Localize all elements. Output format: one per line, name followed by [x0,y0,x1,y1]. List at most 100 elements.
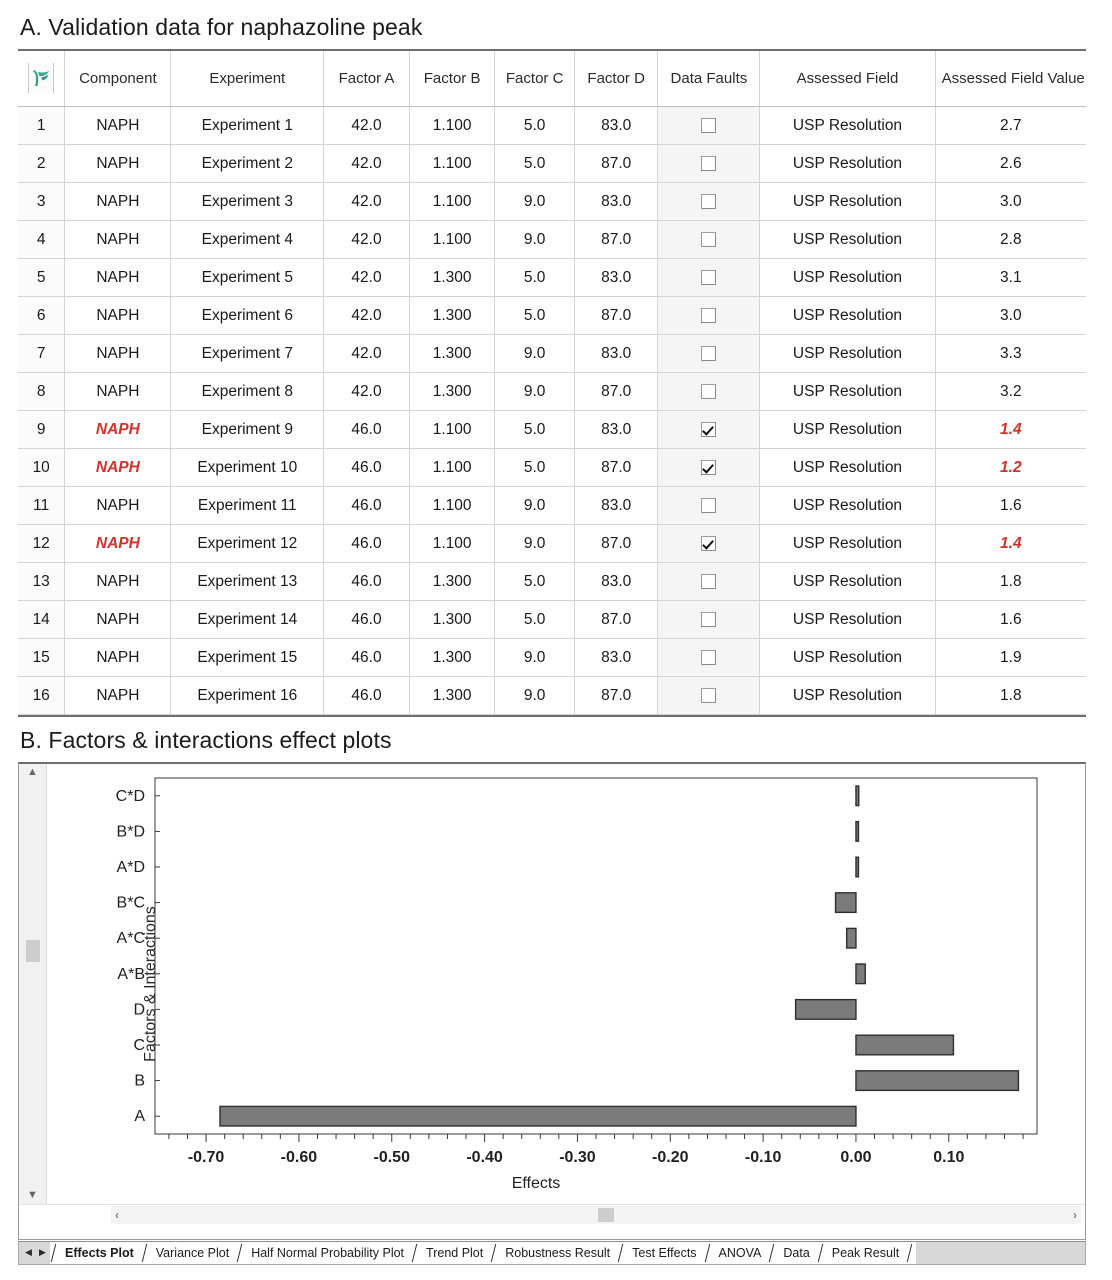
scroll-down-icon[interactable]: ▼ [27,1189,38,1201]
cell-component: NAPH [64,562,172,602]
col-header-data-faults[interactable]: Data Faults [657,50,761,108]
table-row[interactable]: 2 NAPH Experiment 2 42.0 1.100 5.0 87.0 USP Res… [18,144,1086,184]
scroll-right-icon[interactable]: › [1073,1209,1077,1221]
table-row[interactable]: 10 NAPH Experiment 10 46.0 1.100 5.0 87.0 USP R… [18,448,1086,488]
chart-horizontal-scrollbar[interactable]: ‹ › [111,1206,1081,1225]
effect-bar[interactable] [794,998,857,1020]
col-header-experiment[interactable]: Experiment [170,50,325,108]
cell-experiment: Experiment 13 [170,562,325,602]
cell-factor-c: 9.0 [494,676,575,716]
table-row[interactable]: 13 NAPH Experiment 13 46.0 1.300 5.0 83.0 USP R… [18,562,1086,602]
cell-data-faults[interactable] [657,638,761,678]
table-corner-header[interactable] [18,50,66,108]
data-fault-checkbox[interactable] [701,574,717,589]
table-row[interactable]: 1 NAPH Experiment 1 42.0 1.100 5.0 83.0 USP Res… [18,106,1086,146]
data-fault-checkbox[interactable] [701,118,717,133]
data-fault-checkbox[interactable] [701,498,717,513]
cell-data-faults[interactable] [657,600,761,640]
data-fault-checkbox[interactable] [701,156,717,171]
effect-bar[interactable] [855,784,860,806]
table-row[interactable]: 7 NAPH Experiment 7 42.0 1.300 9.0 83.0 USP Res… [18,334,1086,374]
data-fault-checkbox[interactable] [701,688,717,703]
cell-data-faults[interactable] [657,486,761,526]
data-fault-checkbox[interactable] [701,460,717,475]
data-fault-checkbox[interactable] [701,346,717,361]
data-fault-checkbox[interactable] [701,422,717,437]
data-fault-checkbox[interactable] [701,612,717,627]
data-fault-checkbox[interactable] [701,308,717,323]
tab-separator [236,1241,246,1264]
tab-effects-plot[interactable]: Effects Plot [59,1241,141,1264]
cell-data-faults[interactable] [657,372,761,412]
tab-half-normal-probability-plot[interactable]: Half Normal Probability Plot [245,1241,412,1264]
tab-nav-arrows[interactable]: ◀ ▶ [19,1247,50,1258]
effect-bar[interactable] [855,1034,955,1056]
cell-data-faults[interactable] [657,296,761,336]
chart-vertical-scrollbar[interactable]: ▲ ▼ [19,763,47,1204]
table-row[interactable]: 11 NAPH Experiment 11 46.0 1.100 9.0 83.0 USP R… [18,486,1086,526]
data-fault-checkbox[interactable] [701,650,717,665]
tab-robustness-result[interactable]: Robustness Result [499,1241,618,1264]
data-fault-checkbox[interactable] [701,194,717,209]
table-row[interactable]: 14 NAPH Experiment 14 46.0 1.300 5.0 87.0 USP R… [18,600,1086,640]
cell-factor-d: 87.0 [574,600,659,640]
data-fault-checkbox[interactable] [701,232,717,247]
horizontal-scroll-thumb[interactable] [597,1208,614,1223]
effect-bar[interactable] [219,1105,857,1127]
vertical-scroll-thumb[interactable] [26,939,40,962]
tab-next-icon[interactable]: ▶ [37,1247,48,1258]
tab-prev-icon[interactable]: ◀ [23,1247,34,1258]
table-row[interactable]: 12 NAPH Experiment 12 46.0 1.100 9.0 87.0 USP R… [18,524,1086,564]
scroll-left-icon[interactable]: ‹ [115,1209,119,1221]
data-fault-checkbox[interactable] [701,270,717,285]
data-fault-checkbox[interactable] [701,384,717,399]
col-header-factor-b[interactable]: Factor B [409,50,496,108]
effects-bar-chart[interactable]: C*DB*DA*DB*CA*CA*BDCBA-0.70 -0.60 -0.50 -0.… [47,772,1055,1200]
row-number: 7 [18,334,66,374]
table-row[interactable]: 4 NAPH Experiment 4 42.0 1.100 9.0 87.0 USP Res… [18,220,1086,260]
cell-factor-d: 87.0 [574,296,659,336]
tab-trend-plot[interactable]: Trend Plot [420,1241,491,1264]
tab-data[interactable]: Data [777,1241,817,1264]
table-row[interactable]: 3 NAPH Experiment 3 42.0 1.100 9.0 83.0 USP Res… [18,182,1086,222]
table-row[interactable]: 16 NAPH Experiment 16 46.0 1.300 9.0 87.0 USP R… [18,676,1086,716]
cell-data-faults[interactable] [657,220,761,260]
tab-peak-result[interactable]: Peak Result [825,1241,907,1264]
tab-test-effects[interactable]: Test Effects [626,1241,704,1264]
col-header-assessed-field-value[interactable]: Assessed Field Value [935,50,1086,108]
cell-data-faults[interactable] [657,562,761,602]
scroll-up-icon[interactable]: ▲ [27,766,38,778]
cell-data-faults[interactable] [657,334,761,374]
effect-bar[interactable] [855,962,866,984]
col-header-component[interactable]: Component [64,50,172,108]
tab-variance-plot[interactable]: Variance Plot [149,1241,237,1264]
cell-data-faults[interactable] [657,524,761,564]
table-row[interactable]: 8 NAPH Experiment 8 42.0 1.300 9.0 87.0 USP Res… [18,372,1086,412]
tab-anova[interactable]: ANOVA [712,1241,769,1264]
table-row[interactable]: 9 NAPH Experiment 9 46.0 1.100 5.0 83.0 USP Res… [18,410,1086,450]
table-row[interactable]: 15 NAPH Experiment 15 46.0 1.300 9.0 83.0 USP R… [18,638,1086,678]
cell-factor-c: 9.0 [494,486,575,526]
effect-bar[interactable] [855,820,860,842]
effect-bar[interactable] [845,927,857,949]
cell-data-faults[interactable] [657,106,761,146]
cell-data-faults[interactable] [657,676,761,716]
cell-data-faults[interactable] [657,144,761,184]
table-row[interactable]: 5 NAPH Experiment 5 42.0 1.300 5.0 83.0 USP Res… [18,258,1086,298]
col-header-factor-d[interactable]: Factor D [574,50,659,108]
table-row[interactable]: 6 NAPH Experiment 6 42.0 1.300 5.0 87.0 USP Res… [18,296,1086,336]
effect-bar[interactable] [855,856,860,878]
cell-data-faults[interactable] [657,448,761,488]
col-header-factor-c[interactable]: Factor C [494,50,575,108]
effect-bar[interactable] [855,1069,1020,1091]
col-header-factor-a[interactable]: Factor A [323,50,410,108]
cell-data-faults[interactable] [657,182,761,222]
cell-data-faults[interactable] [657,410,761,450]
data-fault-checkbox[interactable] [701,536,717,551]
cell-assessed-field: USP Resolution [759,296,936,336]
cell-assessed-field-value: 3.0 [935,296,1086,336]
col-header-assessed-field[interactable]: Assessed Field [759,50,936,108]
tab-separator [816,1241,826,1264]
cell-data-faults[interactable] [657,258,761,298]
effect-bar[interactable] [834,891,857,913]
